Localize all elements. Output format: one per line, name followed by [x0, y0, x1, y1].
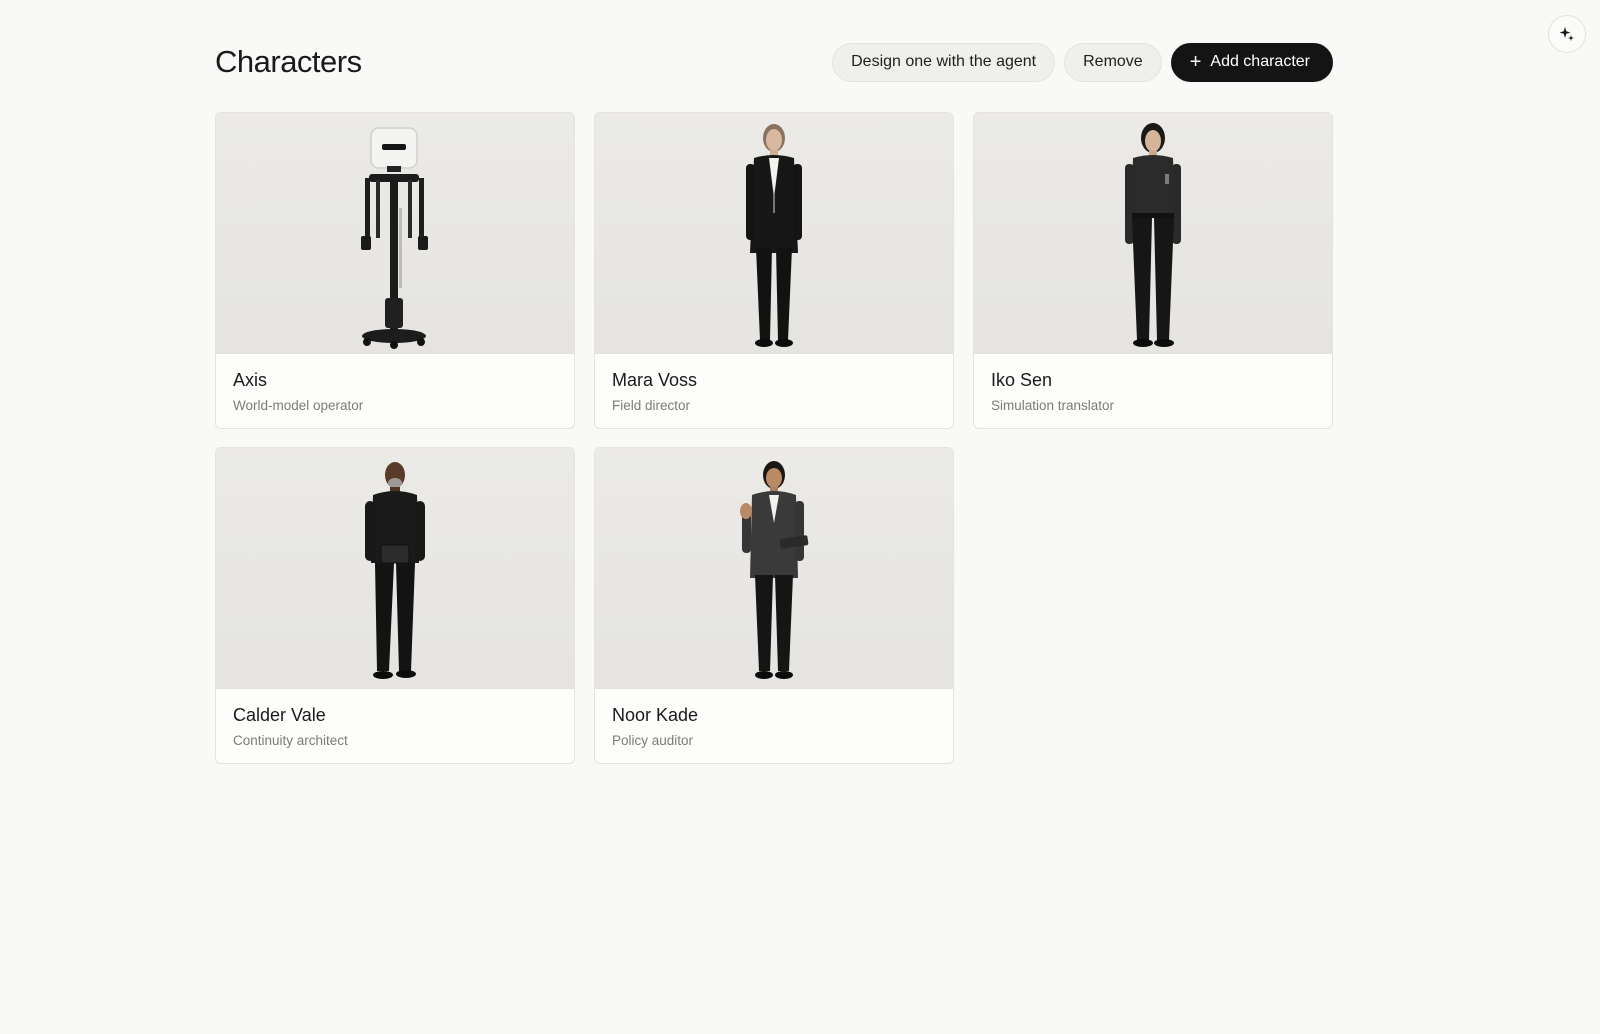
character-role: World-model operator: [233, 398, 364, 413]
person-portrait: [1125, 123, 1181, 347]
character-info: Iko Sen Simulation translator: [974, 354, 1332, 415]
remove-button[interactable]: Remove: [1064, 42, 1162, 82]
design-with-agent-button[interactable]: Design one with the agent: [832, 42, 1056, 82]
page-header: Characters Design one with the agent Rem…: [215, 40, 1333, 84]
character-portrait-mara-voss: [595, 113, 953, 354]
person-portrait: [746, 124, 802, 347]
character-info: Mara Voss Field director: [595, 354, 953, 415]
character-card-axis[interactable]: Axis World-model operator: [215, 112, 575, 429]
character-portrait-calder-vale: [216, 448, 574, 689]
agent-assistant-button[interactable]: [1548, 15, 1586, 53]
character-name: Noor Kade: [612, 705, 699, 725]
character-portrait-noor-kade: [595, 448, 953, 689]
character-card-mara-voss[interactable]: Mara Voss Field director: [594, 112, 954, 429]
character-card-noor-kade[interactable]: Noor Kade Policy auditor: [594, 447, 954, 764]
character-name: Iko Sen: [991, 370, 1053, 390]
character-role: Field director: [612, 398, 691, 413]
character-info: Calder Vale Continuity architect: [216, 689, 574, 750]
header-actions: Design one with the agent Remove + Add c…: [832, 42, 1333, 82]
person-portrait: [365, 462, 425, 679]
character-info: Noor Kade Policy auditor: [595, 689, 953, 750]
character-grid: Axis World-model operator Mara Voss Fiel…: [215, 112, 1333, 764]
characters-page: Characters Design one with the agent Rem…: [215, 40, 1333, 764]
character-role: Continuity architect: [233, 733, 348, 748]
character-name: Calder Vale: [233, 705, 326, 725]
sparkle-icon: [1559, 27, 1574, 41]
plus-icon: +: [1189, 51, 1202, 73]
character-info: Axis World-model operator: [216, 354, 574, 415]
character-card-iko-sen[interactable]: Iko Sen Simulation translator: [973, 112, 1333, 429]
add-character-label: Add character: [1210, 53, 1310, 70]
robot-portrait: [361, 127, 428, 349]
character-portrait-axis: [216, 113, 574, 354]
character-role: Policy auditor: [612, 733, 694, 748]
add-character-button[interactable]: + Add character: [1170, 42, 1333, 82]
page-title: Characters: [215, 44, 362, 79]
character-role: Simulation translator: [991, 398, 1115, 413]
character-name: Axis: [233, 370, 268, 390]
person-portrait: [740, 461, 809, 679]
character-portrait-iko-sen: [974, 113, 1332, 354]
character-card-calder-vale[interactable]: Calder Vale Continuity architect: [215, 447, 575, 764]
character-name: Mara Voss: [612, 370, 698, 390]
